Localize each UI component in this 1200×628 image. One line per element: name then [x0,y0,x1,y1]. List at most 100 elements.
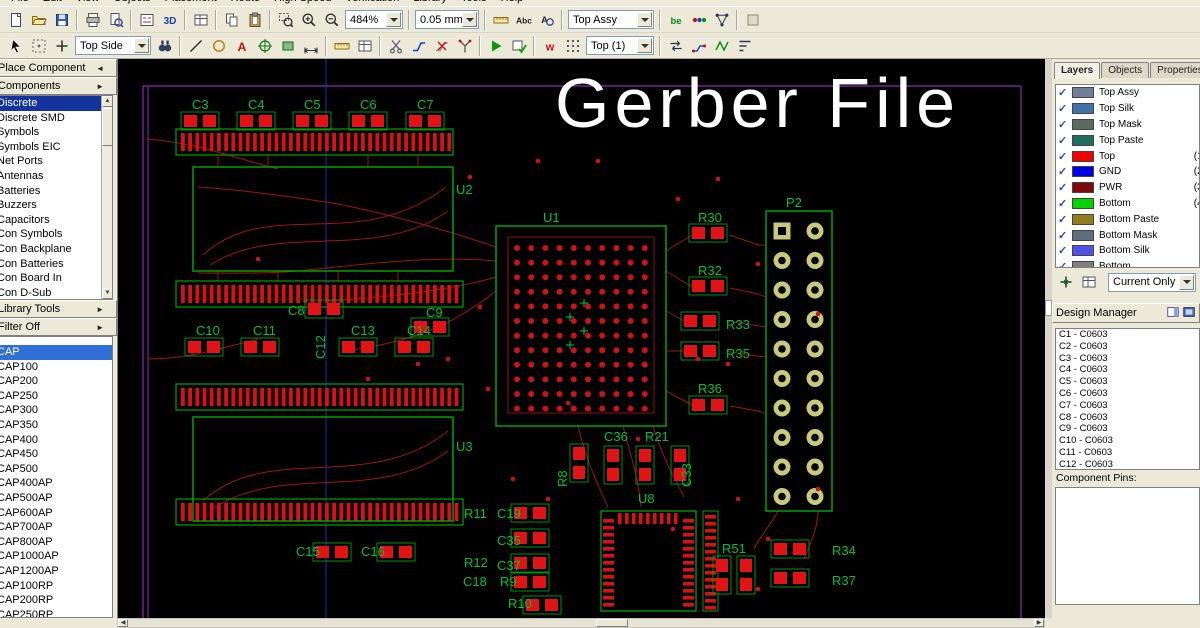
ruler-button[interactable] [330,35,353,56]
menu-route[interactable]: Route [224,0,267,5]
frame-button[interactable] [27,35,50,56]
layer-color-swatch[interactable] [1072,87,1094,99]
open-button[interactable] [27,9,50,30]
line-button[interactable] [184,35,207,56]
grid-combo[interactable]: 0.05 mm [415,10,479,29]
dimension-button[interactable] [299,35,322,56]
side-combo-arrow-icon[interactable] [134,38,149,53]
tab-properties[interactable]: Properties [1150,62,1200,78]
pattern-item-cap450[interactable]: CAP450 [0,447,112,462]
titleblock-button[interactable] [189,9,212,30]
filter-expand-icon[interactable]: ► [96,323,104,332]
component-item-c6-c0603[interactable]: C6 - C0603 [1056,388,1199,400]
category-item-net-ports[interactable]: Net Ports [0,154,112,169]
fanout-button[interactable] [453,35,476,56]
components-expand-icon[interactable]: ► [96,82,104,91]
pcb-canvas[interactable]: C3 C4 C5 C6 C7 U2 U1 R30 R32 R33 R35 R36 P2 C8 C9 C10 C1… [117,59,1045,618]
component-item-c9-c0603[interactable]: C9 - C0603 [1056,423,1199,435]
canvas-vscroll-thumb[interactable] [1045,300,1052,316]
schematic-button[interactable] [135,9,158,30]
dock-right-icon[interactable] [1182,305,1196,322]
layer-visible-check-icon[interactable]: ✓ [1058,229,1072,242]
component-item-c8-c0603[interactable]: C8 - C0603 [1056,412,1199,424]
errors-button[interactable]: w [538,35,561,56]
category-item-symbols[interactable]: Symbols [0,125,112,140]
new-button[interactable] [4,9,27,30]
category-item-con-board-in[interactable]: Con Board In [0,271,112,286]
layer-visible-check-icon[interactable]: ✓ [1058,197,1072,210]
menu-view[interactable]: View [69,0,107,5]
route1-button[interactable] [687,35,710,56]
component-item-c1-c0603[interactable]: C1 - C0603 [1056,329,1199,341]
pattern-item-cap600ap[interactable]: CAP600AP [0,506,112,521]
component-category-list[interactable]: Discrete Discrete SMD Symbols Symbols EIC Ne… [0,95,113,300]
component-pins-list[interactable] [1055,487,1200,605]
zoom-combo-arrow-icon[interactable] [386,12,401,27]
place-component-header[interactable]: Place Component ◄ [0,59,117,77]
layer-color-swatch[interactable] [1072,150,1094,162]
layer-color-swatch[interactable] [1072,134,1094,146]
layer-combo[interactable]: Top Assy [568,10,654,29]
layer-row-top-silk-1[interactable]: ✓ Top Silk [1056,101,1199,117]
generic-button[interactable] [741,9,764,30]
filter-header[interactable]: Filter Off ► [0,318,117,336]
components-header[interactable]: Components ► [0,77,117,95]
library-tools-expand-icon[interactable]: ► [96,305,104,314]
play-button[interactable] [484,35,507,56]
pattern-item-cap400[interactable]: CAP400 [0,433,112,448]
check-table-button[interactable] [507,35,530,56]
category-item-con-batteries[interactable]: Con Batteries [0,257,112,272]
layer-color-swatch[interactable] [1072,118,1094,130]
route2-button[interactable] [710,35,733,56]
component-item-c4-c0603[interactable]: C4 - C0603 [1056,364,1199,376]
category-item-symbols-eic[interactable]: Symbols EIC [0,140,112,155]
circle-button[interactable] [207,35,230,56]
net-button[interactable] [710,9,733,30]
layer-row-bottom-11[interactable]: ✓ Bottom [1056,259,1199,267]
layer-color-swatch[interactable] [1072,245,1094,257]
library-tools-header[interactable]: Library Tools ► [0,300,117,318]
target-button[interactable] [253,35,276,56]
layer-visible-check-icon[interactable]: ✓ [1058,118,1072,131]
scroll-right-icon[interactable]: ▶ [1034,619,1044,627]
dock-left-icon[interactable] [1166,305,1180,322]
layer-filter-arrow-icon[interactable] [1179,274,1194,290]
pattern-item-cap500[interactable]: CAP500 [0,462,112,477]
pattern-item-cap100[interactable]: CAP100 [0,360,112,375]
view-3d-button[interactable]: 3D [158,9,181,30]
collapse-left-icon[interactable]: ◄ [96,64,104,73]
category-item-con-symbols[interactable]: Con Symbols [0,227,112,242]
text-a-button[interactable]: A [230,35,253,56]
layer-visible-check-icon[interactable]: ✓ [1058,181,1072,194]
layer-row-pwr-6[interactable]: ✓ PWR (3) [1056,180,1199,196]
cursor-button[interactable] [4,35,27,56]
layer-visible-check-icon[interactable]: ✓ [1058,244,1072,257]
layer-visible-check-icon[interactable]: ✓ [1058,165,1072,178]
scroll-thumb[interactable] [102,108,112,146]
pattern-item-cap400ap[interactable]: CAP400AP [0,476,112,491]
menu-file[interactable]: File [4,0,36,5]
layer-filter-combo[interactable]: Current Only [1108,272,1196,292]
layer-visible-check-icon[interactable]: ✓ [1058,102,1072,115]
layer-edit-icon[interactable] [1077,271,1100,293]
find-button[interactable]: A [535,9,558,30]
edit-route-button[interactable] [407,35,430,56]
pattern-item-cap250[interactable]: CAP250 [0,389,112,404]
layer-color-swatch[interactable] [1072,229,1094,241]
pattern-item-cap1200ap[interactable]: CAP1200AP [0,564,112,579]
component-item-c11-c0603[interactable]: C11 - C0603 [1056,447,1199,459]
category-item-discrete[interactable]: Discrete [0,96,112,111]
component-item-c5-c0603[interactable]: C5 - C0603 [1056,376,1199,388]
ruler-button[interactable] [489,9,512,30]
layer-color-swatch[interactable] [1072,103,1094,115]
paste-button[interactable] [243,9,266,30]
hscroll-thumb[interactable] [596,619,628,627]
pattern-item-cap[interactable]: CAP [0,345,112,360]
design-manager-header[interactable]: Design Manager [1052,303,1200,323]
component-item-c10-c0603[interactable]: C10 - C0603 [1056,435,1199,447]
menu-edit[interactable]: Edit [36,0,69,5]
layer-color-swatch[interactable] [1072,166,1094,178]
layer-row-top-assy-0[interactable]: ✓ Top Assy [1056,85,1199,101]
category-item-discrete-smd[interactable]: Discrete SMD [0,111,112,126]
layer-color-swatch[interactable] [1072,197,1094,209]
